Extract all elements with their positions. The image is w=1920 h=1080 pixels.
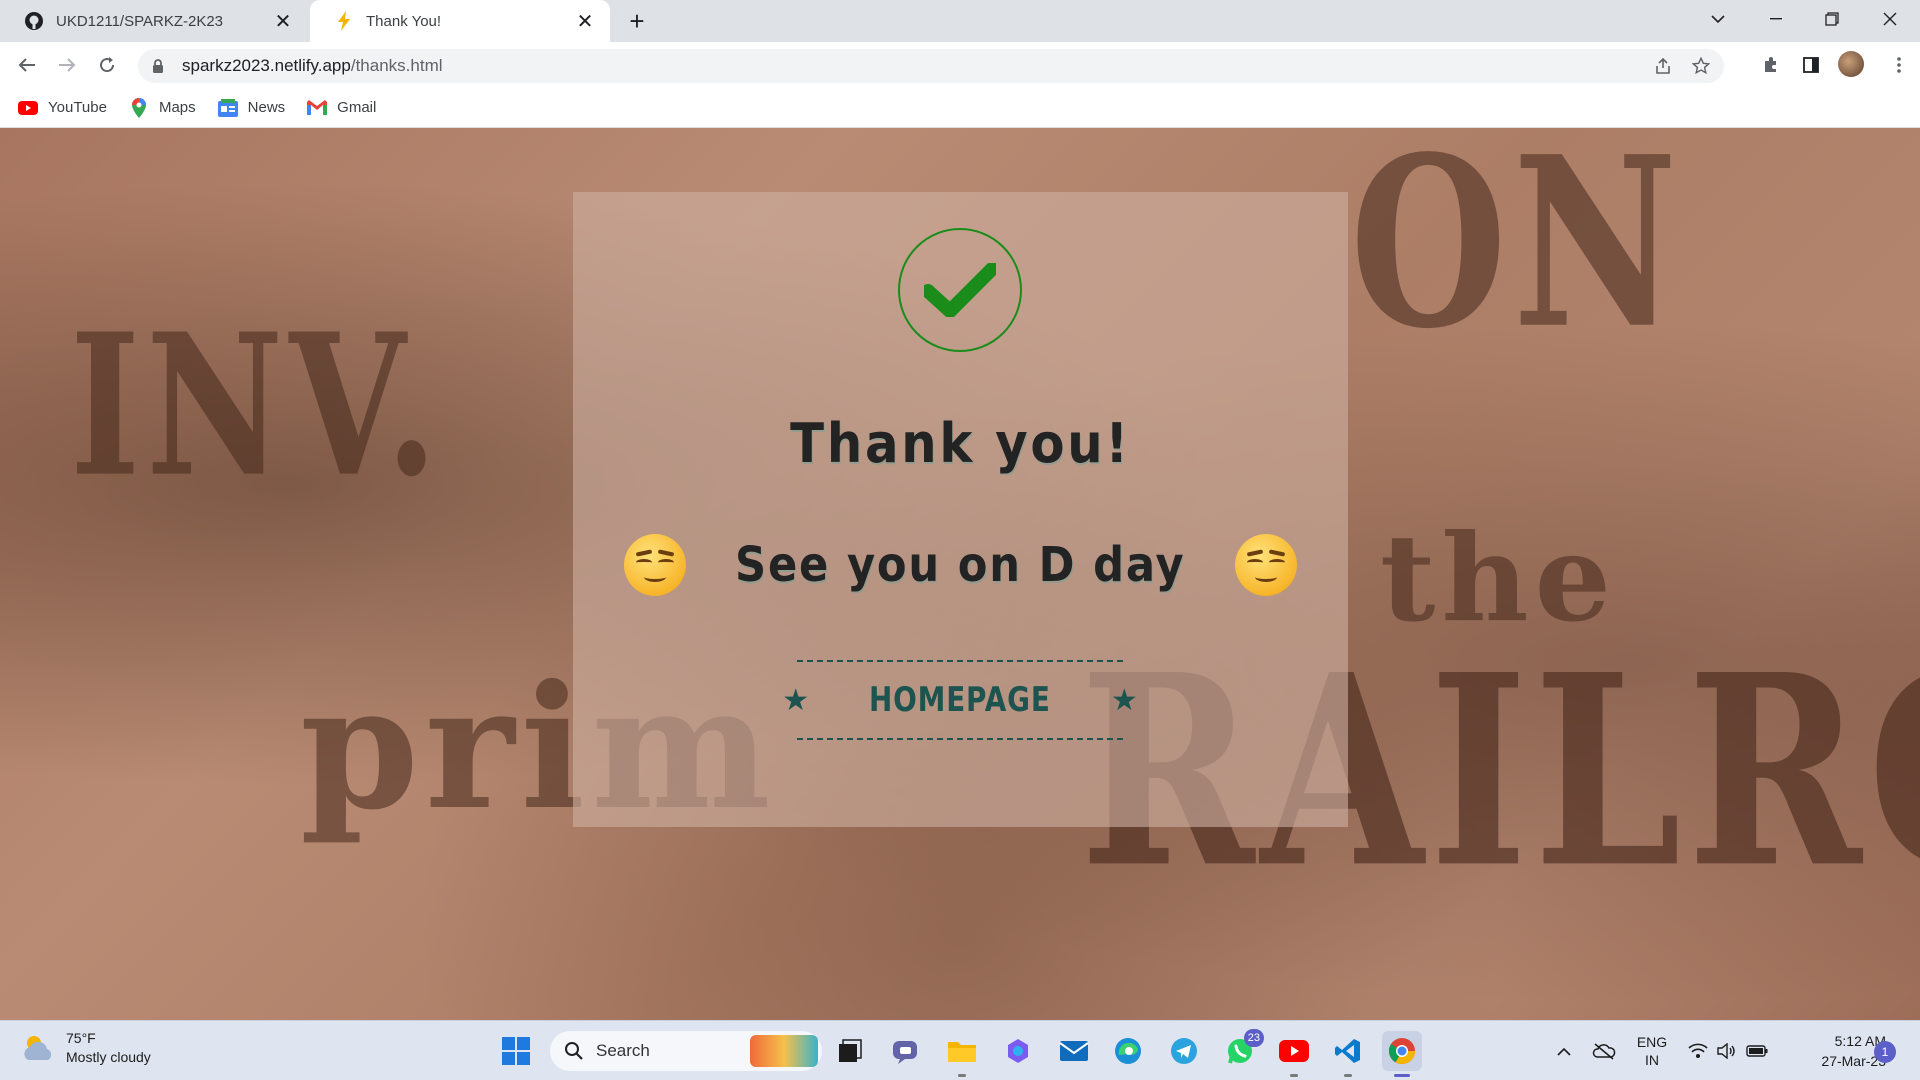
edge-browser-icon[interactable]	[1108, 1031, 1148, 1071]
bookmarks-bar: YouTube Maps News Gmail	[0, 88, 1920, 128]
telegram-icon[interactable]	[1164, 1031, 1204, 1071]
side-panel-icon[interactable]	[1796, 50, 1826, 80]
lock-icon[interactable]	[152, 58, 168, 74]
start-button[interactable]	[496, 1031, 536, 1071]
search-highlight-icon	[750, 1035, 818, 1067]
search-placeholder: Search	[596, 1041, 650, 1060]
tab-github[interactable]: UKD1211/SPARKZ-2K23 ✕	[0, 0, 308, 42]
page-content: INV. prim RAILROA the ON Thank you! See …	[0, 128, 1920, 1020]
weather-desc: Mostly cloudy	[66, 1049, 151, 1065]
search-icon	[564, 1041, 584, 1061]
cloudy-weather-icon	[20, 1030, 56, 1066]
relieved-face-emoji-icon	[1234, 534, 1297, 596]
maps-icon	[129, 97, 149, 118]
close-icon[interactable]: ✕	[272, 10, 294, 33]
bookmark-star-icon[interactable]	[1684, 49, 1718, 83]
browser-toolbar: sparkz2023.netlify.app/thanks.html	[0, 42, 1920, 88]
wifi-icon[interactable]	[1686, 1021, 1710, 1080]
more-menu-icon[interactable]	[1884, 50, 1914, 80]
language-region: IN	[1645, 1052, 1659, 1068]
background-text: the	[1380, 508, 1618, 649]
see-you-line: See you on D day	[573, 534, 1348, 596]
teams-chat-icon[interactable]	[886, 1031, 926, 1071]
reload-icon[interactable]	[92, 50, 122, 80]
relieved-face-emoji-icon	[624, 534, 687, 596]
windows-icon	[502, 1037, 530, 1065]
whatsapp-icon[interactable]: 23	[1220, 1029, 1264, 1071]
volume-icon[interactable]	[1714, 1021, 1738, 1080]
thank-you-card: Thank you! See you on D day ★ HOMEPAGE ★	[573, 192, 1348, 827]
star-icon: ★	[1110, 683, 1138, 717]
whatsapp-badge: 23	[1243, 1029, 1264, 1047]
windows-taskbar: 75°F Mostly cloudy Search 23 ENG IN 5:12…	[0, 1020, 1920, 1080]
see-you-text: See you on D day	[735, 537, 1186, 593]
background-text: ON	[1350, 128, 1684, 381]
back-arrow-icon[interactable]	[12, 50, 42, 80]
tab-title: Thank You!	[366, 12, 442, 30]
checkmark-icon	[924, 263, 996, 317]
taskbar-search[interactable]: Search	[550, 1031, 822, 1071]
tab-thank-you[interactable]: Thank You! ✕	[310, 0, 610, 42]
close-icon[interactable]: ✕	[574, 10, 596, 33]
url-path: /thanks.html	[350, 56, 443, 75]
bookmark-youtube[interactable]: YouTube	[18, 98, 107, 118]
file-explorer-icon[interactable]	[942, 1031, 982, 1077]
homepage-label: HOMEPAGE	[869, 680, 1051, 720]
address-bar[interactable]: sparkz2023.netlify.app/thanks.html	[138, 49, 1724, 83]
weather-temp: 75°F	[66, 1030, 96, 1046]
language-indicator[interactable]: ENG IN	[1632, 1021, 1672, 1080]
tab-search-icon[interactable]	[1696, 0, 1740, 38]
checkmark-circle	[898, 228, 1022, 352]
battery-icon[interactable]	[1744, 1021, 1770, 1080]
bookmark-label: YouTube	[48, 99, 107, 116]
homepage-button[interactable]: ★ HOMEPAGE ★	[782, 660, 1138, 740]
url-host: sparkz2023.netlify.app	[182, 56, 351, 75]
gmail-icon	[307, 98, 328, 118]
vscode-icon[interactable]	[1328, 1031, 1368, 1077]
youtube-icon	[18, 98, 38, 118]
forward-arrow-icon[interactable]	[52, 50, 82, 80]
copilot-icon[interactable]	[998, 1031, 1038, 1071]
profile-avatar[interactable]	[1838, 51, 1864, 77]
news-icon	[217, 98, 238, 118]
task-view-icon[interactable]	[830, 1031, 870, 1071]
show-hidden-icons-chevron-icon[interactable]	[1552, 1021, 1576, 1080]
language-code: ENG	[1636, 1034, 1668, 1050]
minimize-icon[interactable]	[1754, 0, 1798, 38]
onedrive-offline-icon[interactable]	[1590, 1021, 1618, 1080]
extensions-puzzle-icon[interactable]	[1756, 50, 1786, 80]
close-window-icon[interactable]	[1868, 0, 1912, 38]
youtube-app-icon[interactable]	[1274, 1031, 1314, 1077]
bookmark-label: News	[247, 99, 286, 116]
restore-icon[interactable]	[1810, 0, 1854, 38]
thank-you-heading: Thank you!	[790, 412, 1131, 475]
clock-time: 5:12 AM	[1834, 1033, 1886, 1049]
lightning-icon	[334, 11, 354, 31]
bookmark-maps[interactable]: Maps	[129, 97, 196, 118]
tab-title: UKD1211/SPARKZ-2K23	[56, 12, 224, 30]
bookmark-news[interactable]: News	[217, 98, 286, 118]
bookmark-gmail[interactable]: Gmail	[307, 98, 376, 118]
tab-strip: UKD1211/SPARKZ-2K23 ✕ Thank You! ✕ +	[0, 0, 1920, 42]
clock-date: 27-Mar-23	[1821, 1053, 1886, 1069]
star-icon: ★	[782, 683, 810, 717]
background-text: INV.	[70, 291, 444, 521]
system-clock[interactable]: 5:12 AM 27-Mar-23	[1776, 1031, 1886, 1071]
notification-badge[interactable]: 1	[1874, 1041, 1896, 1063]
new-tab-button[interactable]: +	[622, 6, 652, 36]
bookmark-label: Gmail	[337, 99, 377, 116]
chrome-icon[interactable]	[1382, 1031, 1422, 1077]
share-icon[interactable]	[1646, 49, 1680, 83]
weather-widget[interactable]: 75°F Mostly cloudy	[20, 1029, 151, 1067]
mail-icon[interactable]	[1054, 1031, 1094, 1071]
bookmark-label: Maps	[158, 99, 196, 116]
github-icon	[24, 11, 44, 31]
